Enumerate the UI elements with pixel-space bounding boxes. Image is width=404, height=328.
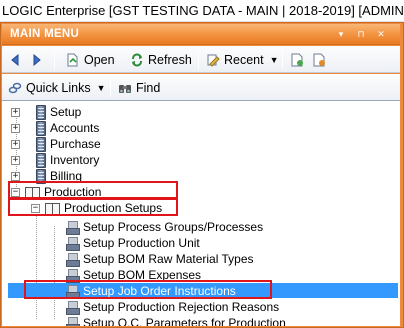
module-icon: [36, 152, 46, 168]
tree-item-setup-process-groups[interactable]: Setup Process Groups/Processes: [66, 219, 263, 235]
tree-item-label: Setup Process Groups/Processes: [83, 220, 264, 234]
expand-icon[interactable]: +: [11, 139, 20, 149]
find-label: Find: [136, 80, 161, 95]
remove-page-icon: [313, 53, 325, 66]
tree-item-inventory[interactable]: + Inventory: [11, 152, 99, 168]
toolbar-separator: [110, 78, 111, 97]
back-button[interactable]: [10, 49, 20, 70]
recent-button[interactable]: Recent ▼: [206, 49, 279, 70]
module-icon: [36, 104, 46, 120]
menu-tree: + Setup + Accounts + Purchase + Inventor…: [2, 101, 400, 326]
module-icon: [36, 136, 46, 152]
tree-item-label: Setup BOM Raw Material Types: [83, 252, 254, 266]
annotation-box-production-setups: [8, 197, 178, 216]
form-icon: [66, 220, 80, 235]
tree-item-setup-production-rejection-reasons[interactable]: Setup Production Rejection Reasons: [66, 299, 279, 315]
tree-connector: [54, 226, 55, 319]
tree-item-label: Setup Production Rejection Reasons: [83, 300, 280, 314]
tree-item-setup-production-unit[interactable]: Setup Production Unit: [66, 235, 200, 251]
links-toolbar: Quick Links ▼ Find: [2, 74, 400, 101]
tree-item-label: Setup Production Unit: [83, 236, 200, 250]
tree-item-setup[interactable]: + Setup: [11, 104, 81, 120]
remove-favorite-button[interactable]: [312, 49, 326, 70]
quick-links-button[interactable]: Quick Links ▼: [8, 77, 106, 98]
toolbar-separator: [198, 50, 199, 69]
refresh-button[interactable]: Refresh: [130, 49, 192, 70]
chevron-down-icon: ▼: [269, 54, 279, 65]
form-icon: [66, 316, 80, 326]
quick-links-icon: [8, 82, 22, 93]
panel-header: MAIN MENU ▾ ⊓ ✕: [2, 24, 400, 45]
forward-button[interactable]: [32, 49, 42, 70]
back-arrow-icon: [11, 53, 19, 66]
form-icon: [66, 236, 80, 251]
expand-icon[interactable]: +: [11, 123, 20, 133]
dropdown-arrow-icon[interactable]: ▾: [334, 27, 348, 41]
add-favorite-button[interactable]: [290, 49, 304, 70]
open-button[interactable]: Open: [66, 49, 115, 70]
tree-item-label: Setup: [50, 105, 82, 119]
tree-connector: [36, 211, 37, 319]
panel-title: MAIN MENU: [10, 28, 80, 40]
recent-icon: [207, 54, 220, 67]
toolbar-separator: [54, 50, 55, 69]
tree-item-setup-bom-raw-material-types[interactable]: Setup BOM Raw Material Types: [66, 251, 254, 267]
tree-item-setup-qc-parameters[interactable]: Setup Q.C. Parameters for Production: [66, 315, 286, 326]
form-icon: [66, 300, 80, 315]
find-button[interactable]: Find: [118, 77, 160, 98]
tree-item-purchase[interactable]: + Purchase: [11, 136, 101, 152]
navigation-toolbar: Open Refresh Recent ▼: [2, 46, 400, 73]
open-icon: [67, 53, 78, 66]
close-icon[interactable]: ✕: [374, 27, 388, 41]
quick-links-label: Quick Links: [26, 80, 91, 95]
tree-item-label: Accounts: [50, 121, 100, 135]
refresh-icon: [132, 53, 142, 66]
pin-icon[interactable]: ⊓: [354, 27, 368, 41]
tree-item-accounts[interactable]: + Accounts: [11, 120, 99, 136]
form-icon: [66, 252, 80, 267]
expand-icon[interactable]: +: [11, 107, 20, 117]
add-page-icon: [291, 53, 303, 66]
module-icon: [36, 120, 46, 136]
tree-item-label: Inventory: [50, 153, 100, 167]
tree-item-label: Setup Q.C. Parameters for Production: [83, 316, 286, 326]
tree-item-label: Purchase: [50, 137, 101, 151]
recent-label: Recent: [224, 52, 264, 67]
chevron-down-icon: ▼: [96, 82, 106, 93]
binoculars-icon: [119, 84, 131, 93]
toolbar-separator: [282, 50, 283, 69]
open-label: Open: [84, 52, 115, 67]
forward-arrow-icon: [33, 53, 41, 66]
window-title: LOGIC Enterprise [GST TESTING DATA - MAI…: [0, 0, 404, 22]
expand-icon[interactable]: +: [11, 171, 20, 181]
refresh-label: Refresh: [148, 52, 192, 67]
annotation-box-selected-item: [24, 280, 272, 299]
expand-icon[interactable]: +: [11, 155, 20, 165]
